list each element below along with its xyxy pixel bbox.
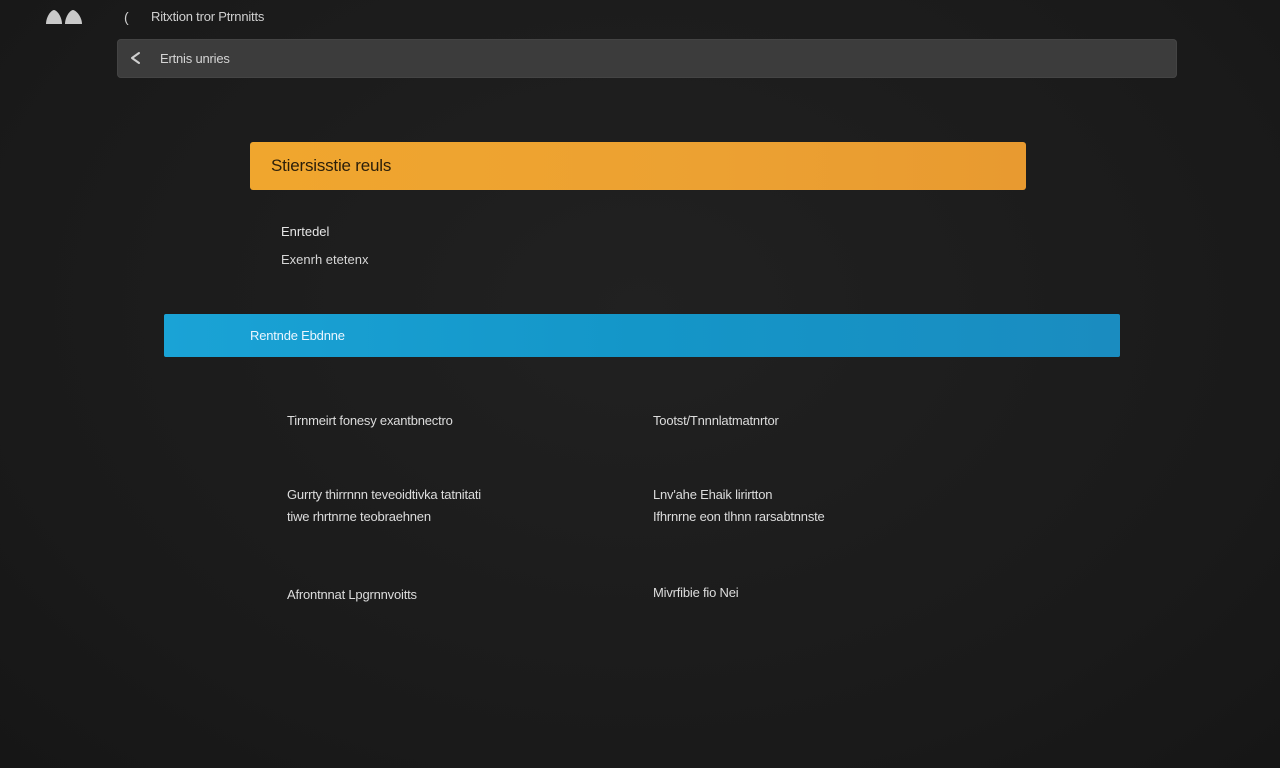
nav-back-icon[interactable]: (	[124, 8, 129, 26]
list-item[interactable]: Mivrfibie fio Nei	[653, 582, 739, 604]
address-text[interactable]: Ertnis unries	[160, 50, 230, 68]
list-item-sublabel: Ifhrnrne eon tlhnn rarsabtnnste	[653, 509, 825, 524]
address-bar[interactable]: Ertnis unries	[117, 39, 1177, 78]
list-item[interactable]: Afrontnnat Lpgrnnvoitts	[287, 584, 417, 606]
list-item-label: Tootst/Tnnnlatmatnrtor	[653, 413, 779, 428]
section-label: Enrtedel	[281, 224, 330, 239]
orange-banner-label: Stiersisstie reuls	[271, 156, 392, 175]
blue-banner[interactable]: Rentnde Ebdnne	[164, 314, 1120, 357]
list-item-label: Lnv'ahe Ehaik lirirtton	[653, 487, 773, 502]
list-item[interactable]: Tootst/Tnnnlatmatnrtor	[653, 410, 779, 432]
list-item-label: Gurrty thirrnnn teveoidtivka tatnitati	[287, 487, 481, 502]
list-item-sublabel: tiwe rhrtnrne teobraehnen	[287, 509, 431, 524]
back-arrow-icon[interactable]	[127, 49, 145, 67]
blue-banner-label: Rentnde Ebdnne	[250, 328, 345, 343]
orange-banner[interactable]: Stiersisstie reuls	[250, 142, 1026, 190]
list-item[interactable]: Tirnmeirt fonesy exantbnectro	[287, 410, 453, 432]
list-item[interactable]: Lnv'ahe Ehaik lirirtton Ifhrnrne eon tlh…	[653, 484, 825, 528]
app-window: ( Ritxtion tror Ptrnnitts Ertnis unries …	[0, 0, 1280, 768]
title-bar: ( Ritxtion tror Ptrnnitts	[0, 0, 1280, 34]
list-item[interactable]: Gurrty thirrnnn teveoidtivka tatnitati t…	[287, 484, 481, 528]
list-item-label: Mivrfibie fio Nei	[653, 585, 739, 600]
list-item-label: Afrontnnat Lpgrnnvoitts	[287, 587, 417, 602]
list-item-label: Tirnmeirt fonesy exantbnectro	[287, 413, 453, 428]
window-title: Ritxtion tror Ptrnnitts	[151, 9, 265, 24]
section-sublabel: Exenrh etetenx	[281, 252, 369, 267]
app-logo-icon	[45, 8, 85, 26]
